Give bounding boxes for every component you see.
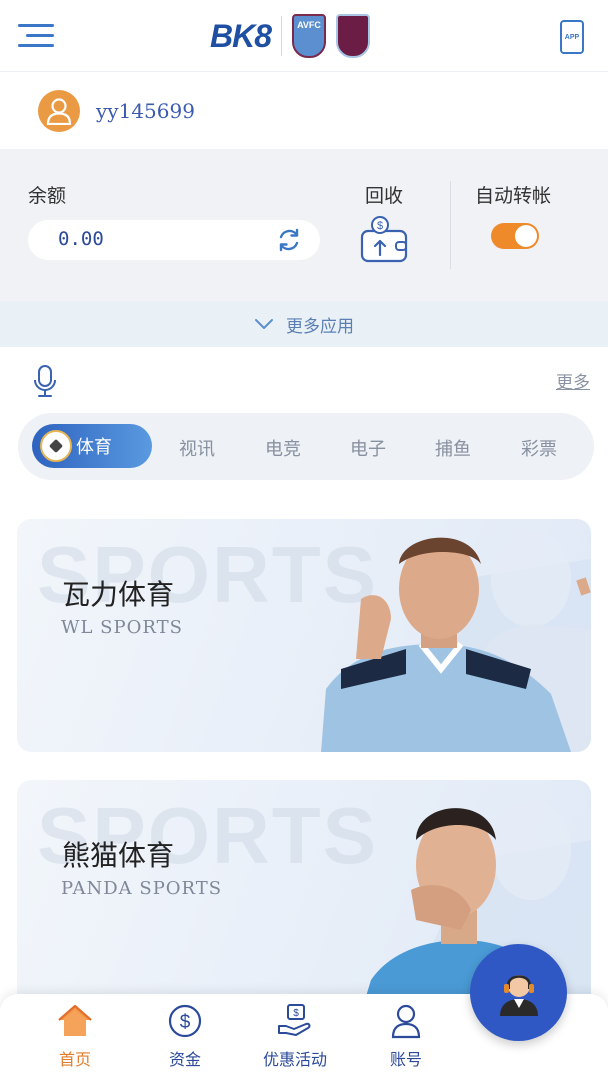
nav-funds-label: 资金 (168, 1050, 201, 1069)
more-link[interactable]: 更多 (556, 368, 590, 393)
tab-lottery[interactable]: 彩票 (521, 435, 557, 461)
category-tabs: 体育 视讯 电竞 电子 捕鱼 彩票 (18, 413, 594, 480)
nav-account-label: 账号 (389, 1050, 422, 1069)
svg-text:$: $ (377, 220, 383, 232)
user-icon (391, 1004, 421, 1039)
tab-esports[interactable]: 电竞 (265, 435, 301, 461)
user-row: yy145699 (0, 73, 608, 149)
more-apps-button[interactable]: 更多应用 (0, 301, 608, 347)
auto-transfer-toggle[interactable] (491, 223, 539, 249)
balance-label: 余额 (28, 185, 67, 207)
wallet-divider (450, 181, 451, 269)
avatar[interactable] (38, 90, 80, 132)
nav-home[interactable]: 首页 (30, 1002, 120, 1074)
aston-villa-crest-icon: AVFC (292, 14, 327, 58)
wallet-panel: 余额 0.00 回收 $ 自动转帐 (0, 149, 608, 301)
svg-text:$: $ (293, 1008, 299, 1019)
chevron-down-icon (255, 319, 273, 329)
refresh-icon[interactable] (276, 227, 302, 253)
auto-transfer-label: 自动转帐 (475, 185, 552, 207)
microphone-icon[interactable] (33, 364, 57, 398)
app-label: APP (564, 33, 580, 41)
nav-account[interactable]: 账号 (361, 1002, 451, 1074)
tab-live-casino[interactable]: 视讯 (179, 435, 215, 461)
toggle-knob (515, 225, 537, 247)
nav-promotions-label: 优惠活动 (262, 1050, 327, 1069)
nav-promotions[interactable]: $ 优惠活动 (250, 1002, 340, 1074)
username: yy145699 (96, 99, 195, 123)
tab-fishing[interactable]: 捕鱼 (435, 435, 471, 461)
customer-service-button[interactable] (470, 944, 567, 1041)
brand-logo-group: BK8 AVFC (210, 12, 371, 60)
burnley-crest-icon (336, 14, 371, 58)
tab-sports[interactable]: 体育 (32, 424, 152, 468)
player-illustration (321, 531, 591, 752)
svg-text:$: $ (180, 1012, 191, 1033)
customer-service-agent-icon (499, 974, 538, 1016)
soccer-ball-icon (40, 430, 72, 462)
balance-value: 0.00 (58, 228, 104, 250)
dollar-coin-icon: $ (168, 1004, 202, 1038)
nav-funds[interactable]: $ 资金 (140, 1002, 230, 1074)
app-download-button[interactable]: APP (560, 20, 584, 54)
page: BK8 AVFC APP yy145699 余额 0.00 回收 $ 自动转帐 … (0, 0, 608, 1080)
recall-wallet-icon[interactable]: $ (358, 213, 410, 265)
logo-divider (281, 16, 283, 56)
recall-label: 回收 (365, 185, 404, 207)
home-icon (58, 1004, 92, 1036)
hamburger-menu-icon[interactable] (16, 20, 56, 52)
user-avatar-icon (46, 98, 72, 125)
tab-sports-label: 体育 (76, 437, 112, 458)
top-header: BK8 AVFC APP (0, 0, 608, 72)
card-title: 熊猫体育 (62, 839, 175, 872)
card-subtitle: WL SPORTS (61, 617, 183, 638)
nav-home-label: 首页 (58, 1050, 91, 1069)
brand-logo: BK8 (210, 17, 272, 54)
card-subtitle: PANDA SPORTS (61, 878, 223, 899)
more-apps-label: 更多应用 (286, 316, 354, 337)
tab-slots[interactable]: 电子 (350, 435, 386, 461)
promo-hand-icon: $ (278, 1004, 311, 1036)
sports-card-wl[interactable]: SPORTS 瓦力体育 WL SPORTS (17, 519, 591, 752)
balance-box: 0.00 (28, 220, 320, 260)
card-title: 瓦力体育 (62, 578, 175, 611)
